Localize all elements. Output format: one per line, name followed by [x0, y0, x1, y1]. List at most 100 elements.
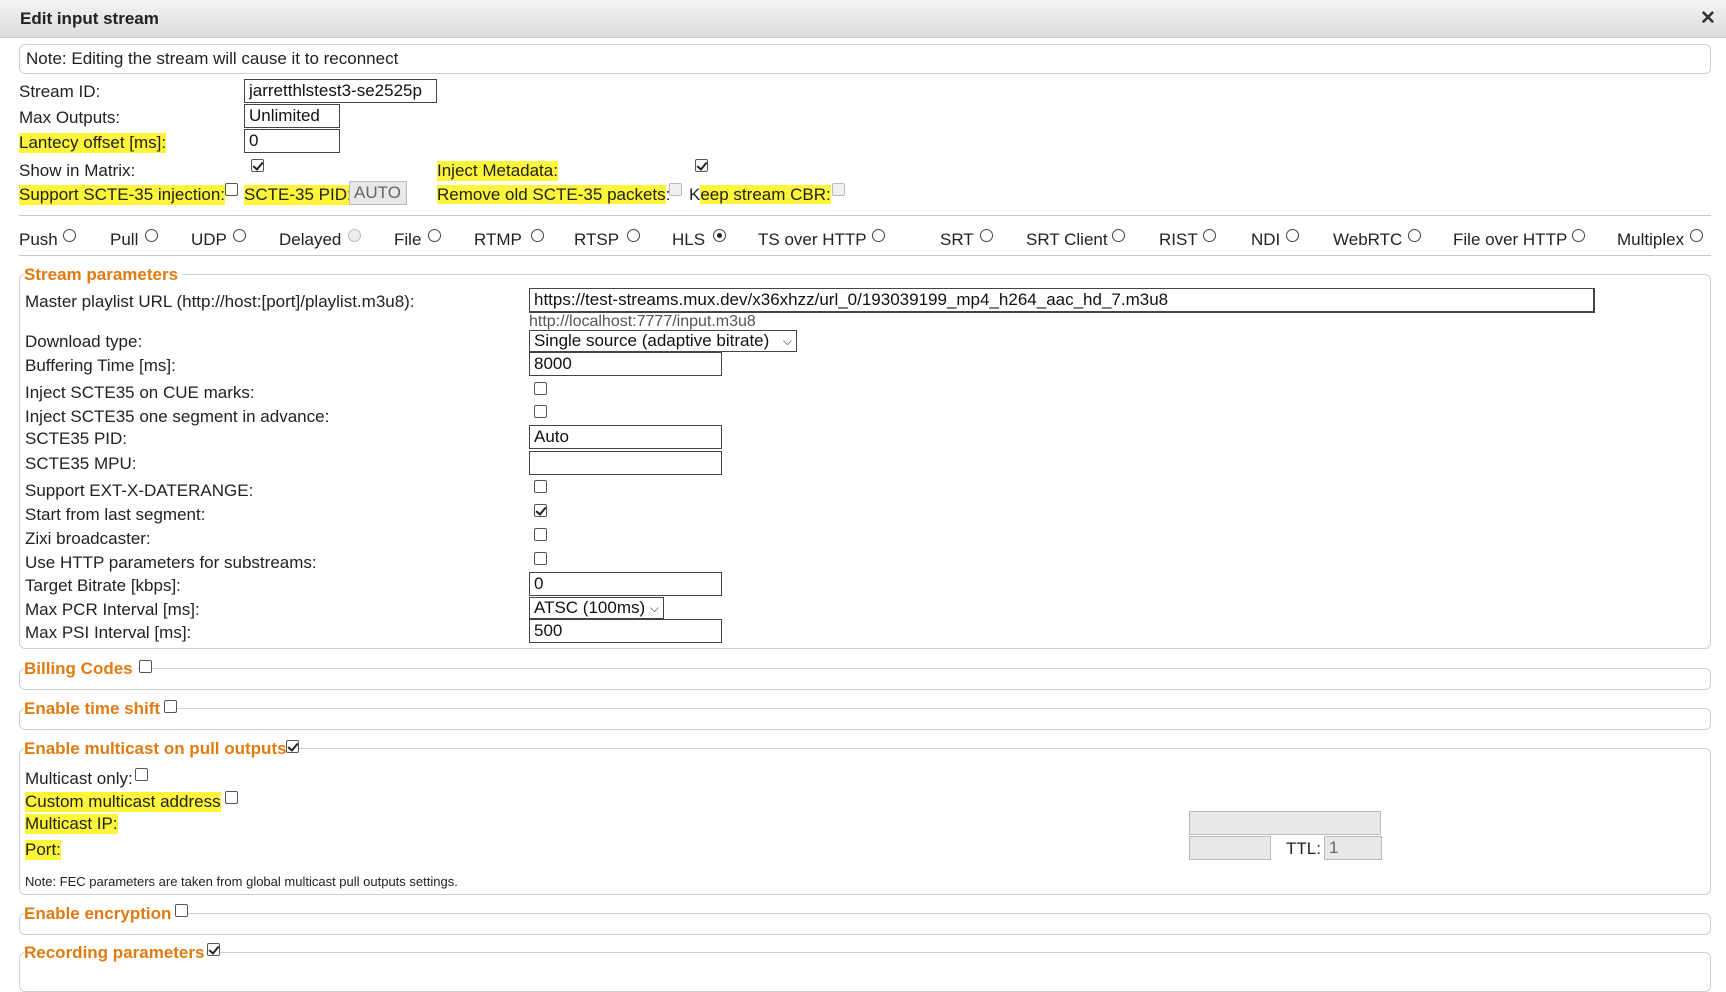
remove-old-scte-label: Remove old SCTE-35 packets: — [437, 185, 671, 204]
master-url-label: Master playlist URL (http://host:[port]/… — [25, 292, 415, 311]
custom-multicast-label: Custom multicast address — [25, 792, 221, 812]
stream-type-label-rtmp: RTMP — [474, 230, 522, 249]
stream-type-radio-ndi[interactable] — [1286, 229, 1299, 242]
multicast-legend: Enable multicast on pull outputs — [24, 739, 291, 759]
stream-type-label-ndi: NDI — [1251, 230, 1281, 249]
stream-type-radio-pull[interactable] — [145, 229, 158, 242]
chevron-down-icon: ⌵ — [649, 601, 659, 615]
master-url-hint: http://localhost:7777/input.m3u8 — [529, 313, 756, 330]
http-params-label: Use HTTP parameters for substreams: — [25, 553, 317, 572]
scte-pid-label: SCTE-35 PID: — [244, 185, 352, 205]
master-url-input[interactable] — [529, 288, 1595, 313]
inject-metadata-label: Inject Metadata: — [437, 161, 558, 181]
dialog-title: Edit input stream — [20, 9, 159, 28]
ttl-label: TTL: — [1286, 839, 1321, 858]
start-last-label: Start from last segment: — [25, 505, 206, 524]
stream-type-radio-multiplex[interactable] — [1690, 229, 1703, 242]
multicast-ip-label: Multicast IP: — [25, 814, 118, 834]
target-bitrate-input[interactable] — [529, 572, 722, 596]
stream-type-label-udp: UDP — [191, 230, 227, 249]
multicast-ip-input[interactable] — [1189, 811, 1381, 835]
max-pcr-label: Max PCR Interval [ms]: — [25, 600, 200, 619]
stream-type-radio-rist[interactable] — [1203, 229, 1216, 242]
inject-advance-label: Inject SCTE35 one segment in advance: — [25, 407, 330, 426]
stream-type-label-hls: HLS — [672, 230, 706, 249]
close-icon[interactable]: ✕ — [1698, 9, 1718, 29]
stream-type-label-multiplex: Multiplex — [1617, 230, 1685, 249]
multicast-only-label: Multicast only: — [25, 769, 133, 788]
dialog-titlebar: Edit input stream ✕ — [0, 0, 1726, 38]
chevron-down-icon: ⌵ — [782, 334, 792, 348]
download-type-select[interactable]: Single source (adaptive bitrate) ⌵ — [529, 330, 797, 352]
max-psi-input[interactable] — [529, 619, 722, 643]
http-params-checkbox[interactable] — [534, 552, 547, 565]
ext-daterange-label: Support EXT-X-DATERANGE: — [25, 481, 254, 500]
buffering-label: Buffering Time [ms]: — [25, 356, 176, 375]
show-in-matrix-label: Show in Matrix: — [19, 161, 136, 180]
inject-cue-label: Inject SCTE35 on CUE marks: — [25, 383, 255, 402]
ext-daterange-checkbox[interactable] — [534, 480, 547, 493]
max-pcr-select[interactable]: ATSC (100ms) ⌵ — [529, 597, 664, 619]
stream-type-label-push: Push — [19, 230, 58, 249]
stream-type-radio-ts-over-http[interactable] — [872, 229, 885, 242]
scte35-mpu-label: SCTE35 MPU: — [25, 454, 137, 473]
stream-type-radio-delayed[interactable] — [348, 229, 361, 242]
stream-type-radio-push[interactable] — [63, 229, 76, 242]
stream-type-label-pull: Pull — [110, 230, 139, 249]
stream-type-label-srt: SRT — [940, 230, 974, 249]
stream-type-label-rtsp: RTSP — [574, 230, 620, 249]
latency-label: Lantecy offset [ms]: — [19, 133, 167, 153]
scte35-pid-label: SCTE35 PID: — [25, 429, 128, 448]
recording-legend: Recording parameters — [24, 943, 209, 963]
max-outputs-label: Max Outputs: — [19, 108, 121, 127]
time-shift-fieldset — [19, 708, 1711, 730]
buffering-input[interactable] — [529, 352, 722, 376]
inject-advance-checkbox[interactable] — [534, 405, 547, 418]
stream-type-radio-srt[interactable] — [980, 229, 993, 242]
ttl-input[interactable] — [1324, 836, 1382, 860]
remove-old-scte-checkbox[interactable] — [669, 183, 682, 196]
stream-type-radio-rtsp[interactable] — [627, 229, 640, 242]
port-label: Port: — [25, 840, 61, 860]
inject-cue-checkbox[interactable] — [534, 382, 547, 395]
scte-pid-input[interactable] — [349, 181, 407, 205]
max-outputs-input[interactable] — [244, 104, 340, 128]
stream-type-label-ts-over-http: TS over HTTP — [758, 230, 867, 249]
billing-codes-fieldset — [19, 668, 1711, 690]
recording-fieldset — [19, 952, 1711, 992]
show-in-matrix-checkbox[interactable] — [251, 159, 264, 172]
billing-codes-checkbox[interactable] — [139, 660, 152, 673]
scte35-pid-input[interactable] — [529, 425, 722, 449]
time-shift-checkbox[interactable] — [164, 700, 177, 713]
time-shift-legend: Enable time shift — [24, 699, 165, 719]
zixi-checkbox[interactable] — [534, 528, 547, 541]
stream-id-label: Stream ID: — [19, 82, 101, 101]
stream-type-radio-hls[interactable] — [713, 229, 726, 242]
scte35-mpu-input[interactable] — [529, 451, 722, 475]
stream-type-radio-rtmp[interactable] — [531, 229, 544, 242]
reconnect-note-text: Note: Editing the stream will cause it t… — [26, 49, 399, 68]
stream-type-radio-srt-client[interactable] — [1112, 229, 1125, 242]
start-last-checkbox[interactable] — [534, 504, 547, 517]
multicast-only-checkbox[interactable] — [135, 768, 148, 781]
stream-type-radio-file[interactable] — [428, 229, 441, 242]
custom-multicast-checkbox[interactable] — [225, 791, 238, 804]
stream-type-label-srt-client: SRT Client — [1026, 230, 1108, 249]
keep-cbr-checkbox[interactable] — [832, 183, 845, 196]
zixi-label: Zixi broadcaster: — [25, 529, 151, 548]
latency-input[interactable] — [244, 129, 340, 153]
stream-type-radio-udp[interactable] — [233, 229, 246, 242]
divider — [19, 255, 1711, 256]
support-scte-checkbox[interactable] — [225, 183, 238, 196]
stream-id-input[interactable] — [244, 79, 437, 103]
inject-metadata-checkbox[interactable] — [695, 159, 708, 172]
stream-parameters-fieldset — [19, 274, 1711, 649]
multicast-checkbox[interactable] — [286, 740, 299, 753]
stream-type-radio-file-over-http[interactable] — [1572, 229, 1585, 242]
recording-checkbox[interactable] — [207, 943, 220, 956]
encryption-checkbox[interactable] — [175, 904, 188, 917]
port-input[interactable] — [1189, 836, 1271, 860]
stream-type-label-delayed: Delayed — [279, 230, 342, 249]
stream-type-radio-webrtc[interactable] — [1408, 229, 1421, 242]
stream-type-label-file-over-http: File over HTTP — [1453, 230, 1568, 249]
